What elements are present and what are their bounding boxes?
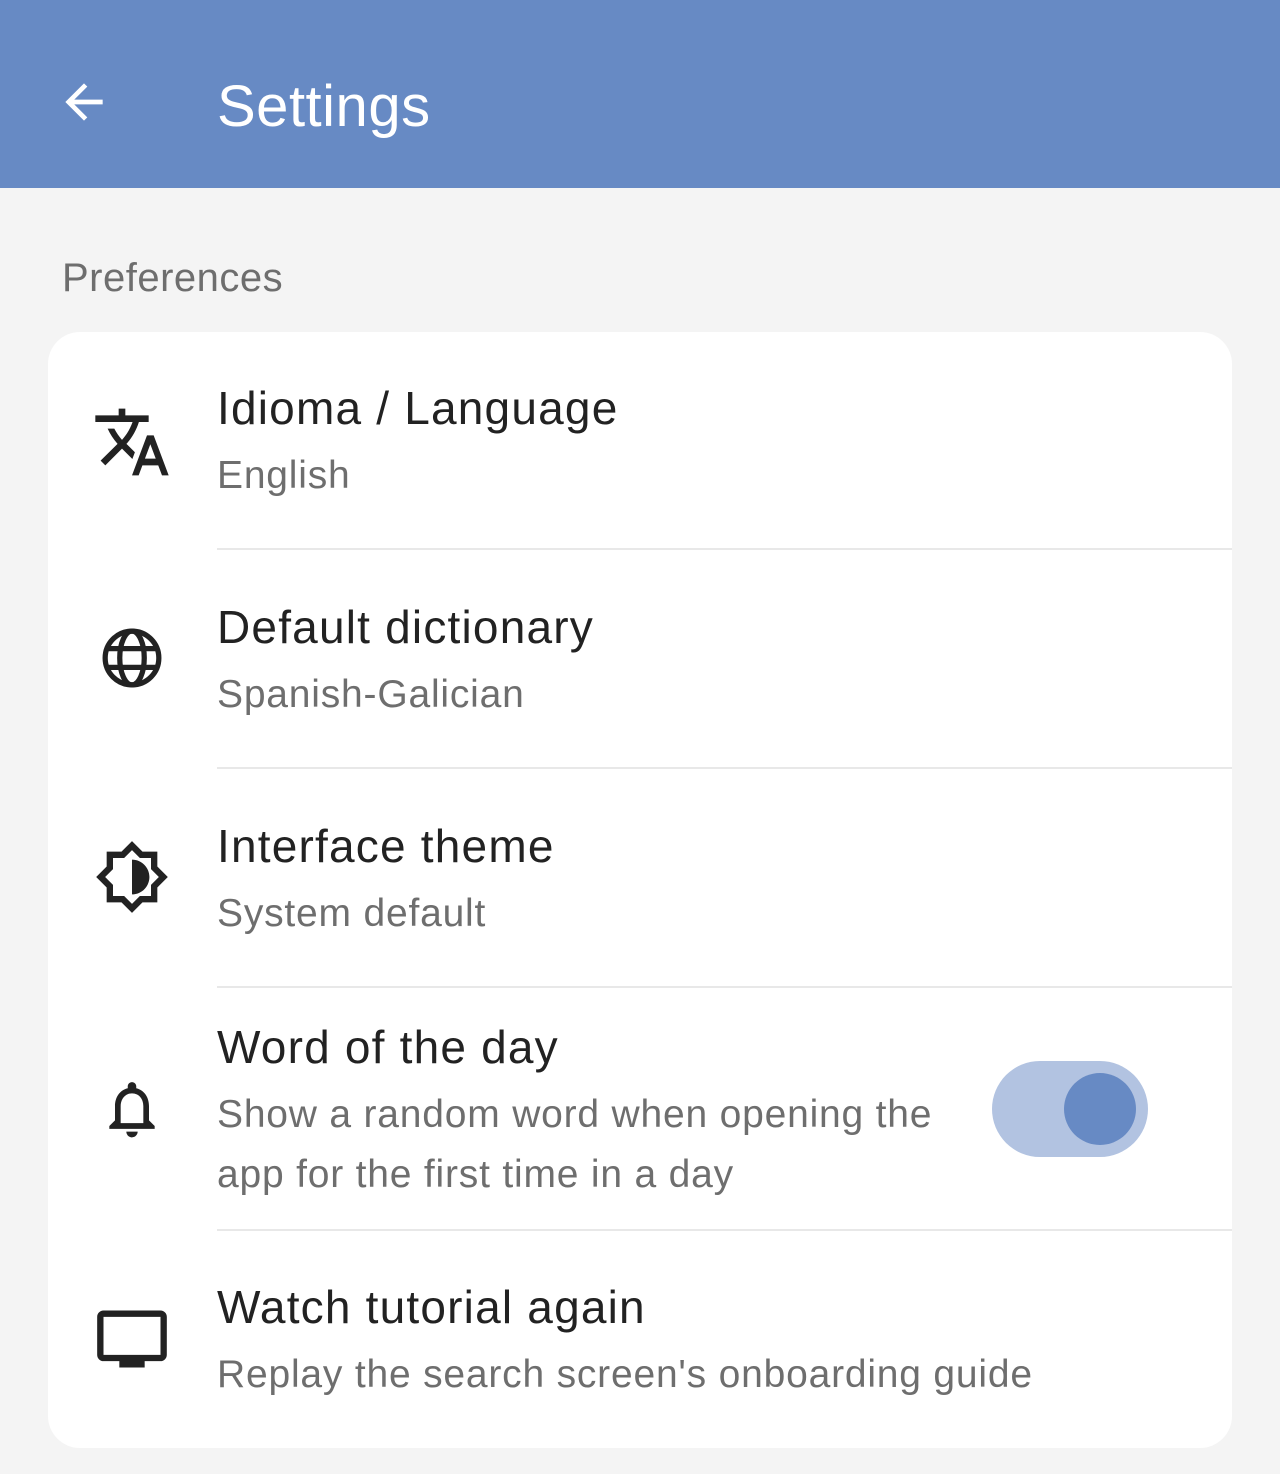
translate-icon xyxy=(92,402,172,482)
setting-watch-tutorial[interactable]: Watch tutorial again Replay the search s… xyxy=(48,1231,1232,1448)
globe-icon xyxy=(92,618,172,698)
setting-title: Watch tutorial again xyxy=(217,1281,646,1333)
setting-value: Spanish-Galician xyxy=(217,673,525,716)
monitor-icon xyxy=(92,1299,172,1379)
page-title: Settings xyxy=(217,74,431,139)
back-button[interactable] xyxy=(44,64,124,144)
word-of-the-day-toggle[interactable] xyxy=(992,1061,1148,1157)
app-bar: Settings xyxy=(0,0,1280,188)
setting-title: Idioma / Language xyxy=(217,382,619,434)
setting-description: Show a random word when opening the app … xyxy=(217,1093,933,1196)
setting-title: Word of the day xyxy=(217,1021,559,1073)
brightness-icon xyxy=(92,837,172,917)
setting-title: Default dictionary xyxy=(217,601,594,653)
bell-icon xyxy=(92,1069,172,1149)
setting-value: System default xyxy=(217,892,487,935)
setting-title: Interface theme xyxy=(217,820,555,872)
setting-word-of-the-day[interactable]: Word of the day Show a random word when … xyxy=(48,988,1232,1230)
section-header-preferences: Preferences xyxy=(62,256,284,300)
arrow-back-icon xyxy=(56,74,112,135)
toggle-thumb xyxy=(1064,1073,1136,1145)
setting-language[interactable]: Idioma / Language English xyxy=(48,332,1232,550)
setting-default-dictionary[interactable]: Default dictionary Spanish-Galician xyxy=(48,550,1232,768)
setting-interface-theme[interactable]: Interface theme System default xyxy=(48,769,1232,987)
settings-card: Idioma / Language English Default dictio… xyxy=(48,332,1232,1448)
setting-value: English xyxy=(217,454,351,497)
setting-description: Replay the search screen's onboarding gu… xyxy=(217,1353,1033,1396)
